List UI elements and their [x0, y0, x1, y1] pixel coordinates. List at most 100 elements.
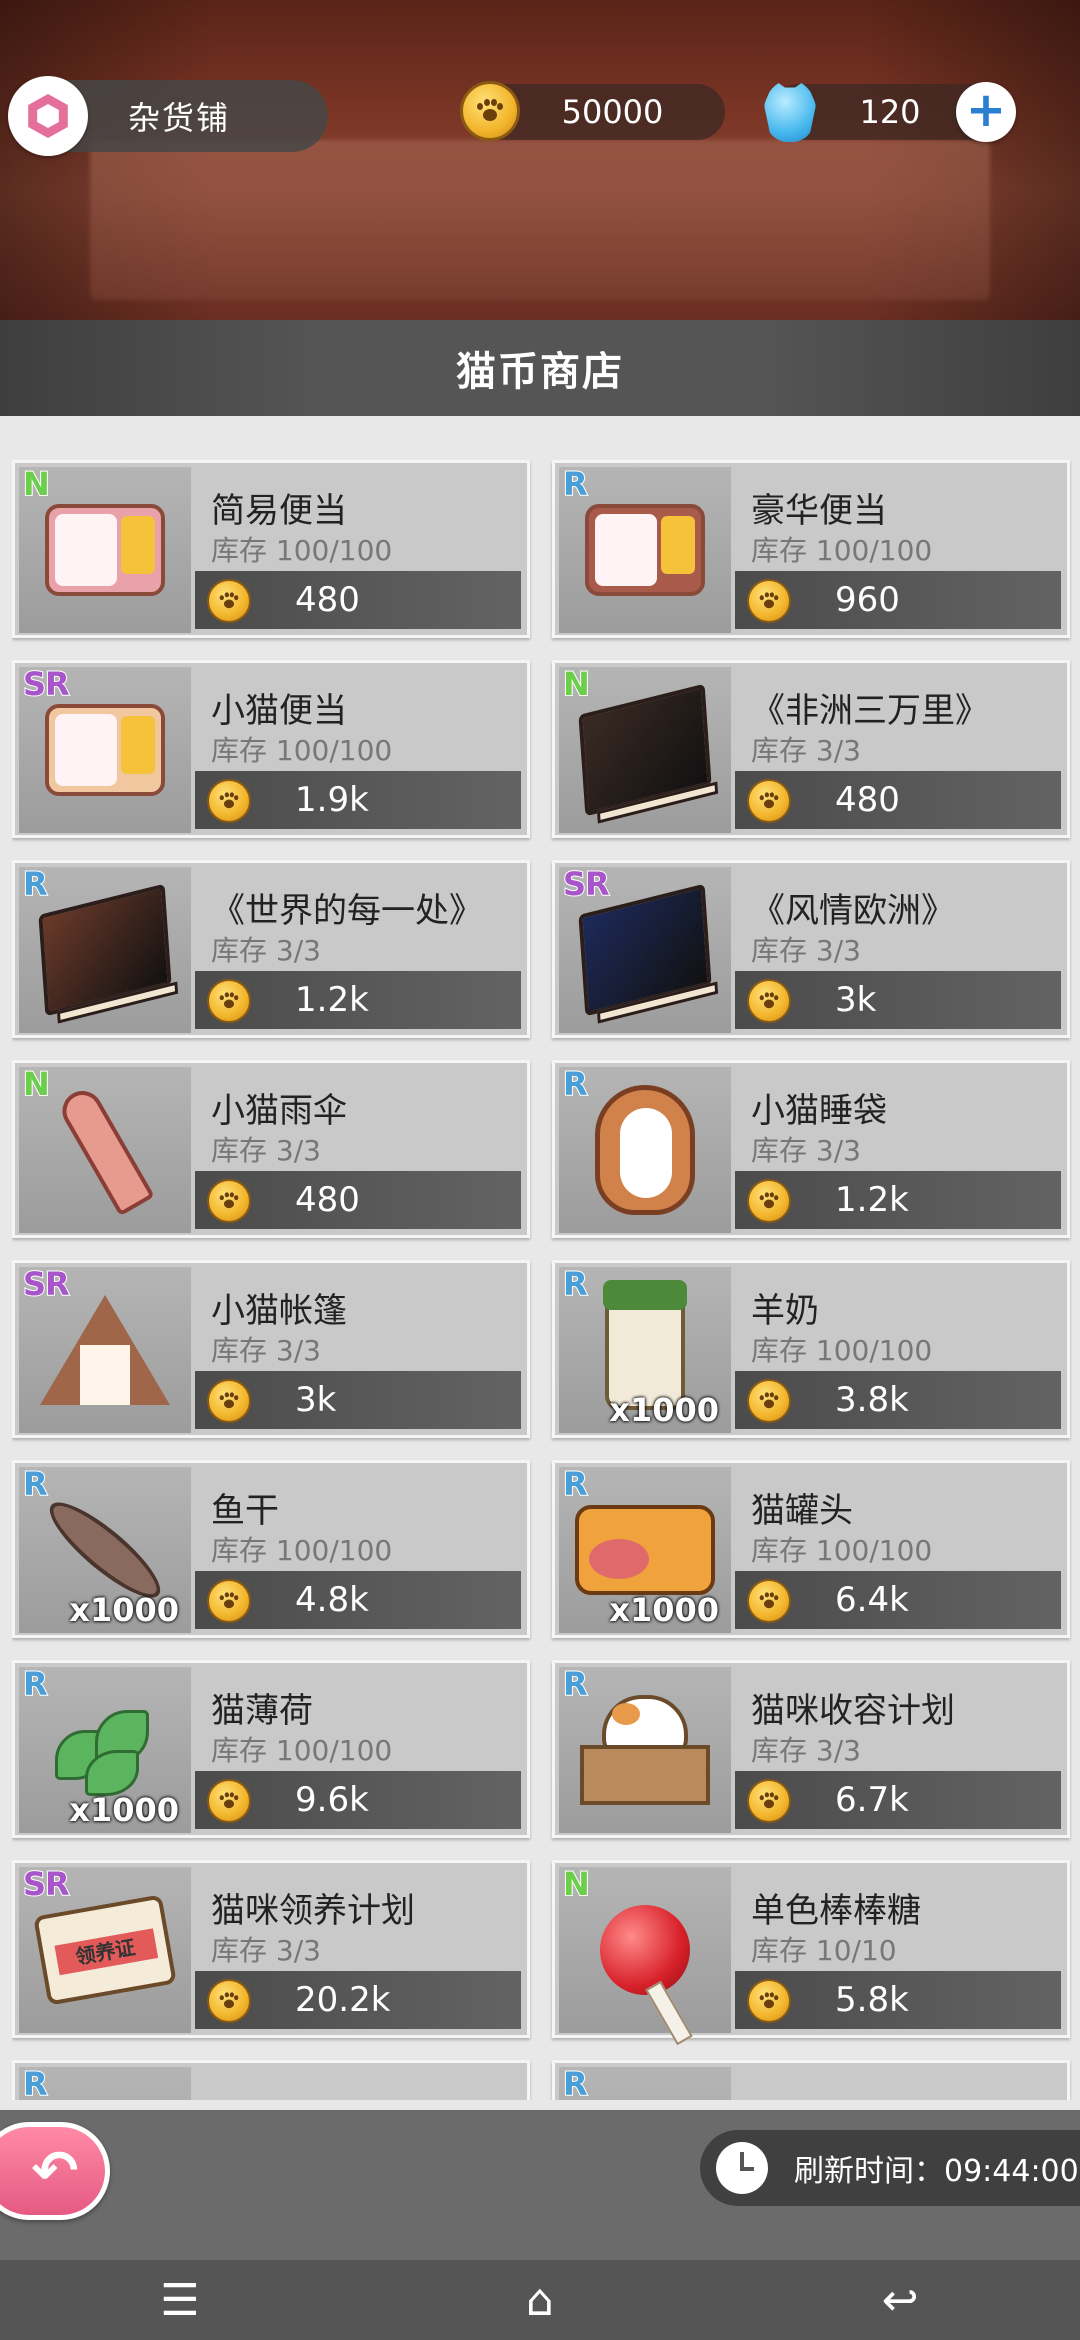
- item-name: 鱼干: [211, 1491, 279, 1531]
- shop-item-card[interactable]: SR 小猫便当 库存 100/100 1.9k: [12, 660, 530, 838]
- buy-price-button[interactable]: 5.8k: [735, 1971, 1061, 2029]
- cat-coin-icon: [207, 1979, 251, 2023]
- item-name: 《非洲三万里》: [751, 691, 989, 731]
- item-price: 4.8k: [295, 1580, 369, 1620]
- refresh-timer: 刷新时间：09:44:00: [700, 2130, 1080, 2206]
- buy-price-button[interactable]: 20.2k: [195, 1971, 521, 2029]
- item-thumbnail: N: [19, 464, 191, 633]
- buy-price-button[interactable]: 1.2k: [195, 971, 521, 1029]
- cat-coin-icon: [747, 1979, 791, 2023]
- buy-price-button[interactable]: 3k: [195, 1371, 521, 1429]
- shop-item-card[interactable]: Rx1000 猫罐头 库存 100/100 6.4k: [552, 1460, 1070, 1638]
- rarity-badge: N: [562, 664, 591, 704]
- cat-bento-icon: [45, 704, 165, 796]
- shop-item-card[interactable]: R 《世界的每一处》 库存 3/3 1.2k: [12, 860, 530, 1038]
- shop-title-bar: 猫币商店: [0, 320, 1080, 416]
- item-stock: 库存 100/100: [211, 1534, 393, 1567]
- shop-item-card[interactable]: N 简易便当 库存 100/100 480: [12, 460, 530, 638]
- shop-logo-icon: [8, 76, 88, 156]
- rarity-badge: SR: [22, 664, 71, 704]
- cat-coin-icon: [207, 579, 251, 623]
- buy-price-button[interactable]: 6.7k: [735, 1771, 1061, 1829]
- item-stock: 库存 3/3: [211, 1934, 321, 1967]
- cat-can-icon: [575, 1505, 715, 1595]
- item-price: 3k: [295, 1380, 337, 1420]
- buy-price-button[interactable]: 1.2k: [735, 1171, 1061, 1229]
- cat-coin-icon: [207, 1179, 251, 1223]
- shop-item-card[interactable]: N 单色棒棒糖 库存 10/10 5.8k: [552, 1860, 1070, 2038]
- shop-item-card[interactable]: R 豪华便当 库存 100/100 960: [552, 460, 1070, 638]
- buy-price-button[interactable]: 960: [735, 571, 1061, 629]
- item-name: 单色棒棒糖: [751, 1891, 921, 1931]
- item-price: 6.4k: [835, 1580, 909, 1620]
- shop-item-card[interactable]: R 猫咪收容计划 库存 3/3 6.7k: [552, 1660, 1070, 1838]
- shop-name: 杂货铺: [128, 99, 231, 137]
- item-stock: 库存 100/100: [751, 1534, 933, 1567]
- rarity-badge: SR: [562, 864, 611, 904]
- buy-price-button[interactable]: 1.9k: [195, 771, 521, 829]
- item-stock: 库存 100/100: [211, 534, 393, 567]
- item-stock: 库存 3/3: [211, 1134, 321, 1167]
- lollipop-icon: [600, 1905, 690, 1995]
- cat-coin-icon: [747, 1779, 791, 1823]
- buy-price-button[interactable]: 3k: [735, 971, 1061, 1029]
- buy-price-button[interactable]: 3.8k: [735, 1371, 1061, 1429]
- shop-item-card[interactable]: R: [552, 2060, 1070, 2100]
- book-icon: [578, 683, 719, 824]
- shop-item-card[interactable]: Rx1000 猫薄荷 库存 100/100 9.6k: [12, 1660, 530, 1838]
- shop-item-card[interactable]: R: [12, 2060, 530, 2100]
- bento-icon: [45, 504, 165, 596]
- shop-sign-background: [90, 140, 990, 300]
- rarity-badge: R: [562, 1264, 589, 1304]
- shop-item-card[interactable]: SR 小猫帐篷 库存 3/3 3k: [12, 1260, 530, 1438]
- item-stock: 库存 100/100: [751, 1334, 933, 1367]
- shop-item-card[interactable]: N 小猫雨伞 库存 3/3 480: [12, 1060, 530, 1238]
- shop-item-card[interactable]: SR 《风情欧洲》 库存 3/3 3k: [552, 860, 1070, 1038]
- cat-coin-icon: [747, 979, 791, 1023]
- rarity-badge: R: [22, 864, 49, 904]
- back-button[interactable]: ↶: [0, 2122, 110, 2220]
- item-name: 猫咪领养计划: [211, 1891, 415, 1931]
- add-gems-button[interactable]: +: [956, 82, 1016, 142]
- buy-price-button[interactable]: 480: [195, 1171, 521, 1229]
- rarity-badge: SR: [22, 1264, 71, 1304]
- item-quantity: x1000: [609, 1591, 719, 1629]
- item-name: 小猫雨伞: [211, 1091, 347, 1131]
- buy-price-button[interactable]: 9.6k: [195, 1771, 521, 1829]
- shop-item-card[interactable]: Rx1000 羊奶 库存 100/100 3.8k: [552, 1260, 1070, 1438]
- buy-price-button[interactable]: 6.4k: [735, 1571, 1061, 1629]
- buy-price-button[interactable]: 4.8k: [195, 1571, 521, 1629]
- item-name: 小猫睡袋: [751, 1091, 887, 1131]
- shop-item-card[interactable]: 领养证 SR 猫咪领养计划 库存 3/3 20.2k: [12, 1860, 530, 2038]
- shop-item-card[interactable]: N 《非洲三万里》 库存 3/3 480: [552, 660, 1070, 838]
- rarity-badge: R: [562, 1464, 589, 1504]
- item-stock: 库存 3/3: [211, 934, 321, 967]
- sleeping-bag-icon: [595, 1085, 695, 1215]
- buy-price-button[interactable]: 480: [195, 571, 521, 629]
- rarity-badge: R: [562, 2064, 589, 2100]
- item-thumbnail: Rx1000: [559, 1264, 731, 1433]
- home-icon[interactable]: ⌂: [480, 2265, 600, 2335]
- item-stock: 库存 3/3: [751, 1134, 861, 1167]
- shop-item-card[interactable]: Rx1000 鱼干 库存 100/100 4.8k: [12, 1460, 530, 1638]
- item-thumbnail: R: [559, 464, 731, 633]
- shop-item-card[interactable]: R 小猫睡袋 库存 3/3 1.2k: [552, 1060, 1070, 1238]
- rarity-badge: R: [562, 464, 589, 504]
- item-stock: 库存 3/3: [211, 1334, 321, 1367]
- item-thumbnail: R: [559, 2064, 731, 2100]
- catnip-icon: [45, 1700, 165, 1800]
- system-back-icon[interactable]: ↩: [840, 2265, 960, 2335]
- book-icon: [578, 883, 719, 1024]
- tent-icon: [40, 1295, 170, 1405]
- book-icon: [38, 883, 179, 1024]
- buy-price-button[interactable]: 480: [735, 771, 1061, 829]
- item-price: 3.8k: [835, 1380, 909, 1420]
- menu-icon[interactable]: ☰: [120, 2265, 240, 2335]
- rarity-badge: N: [22, 1064, 51, 1104]
- item-thumbnail: N: [559, 664, 731, 833]
- item-stock: 库存 100/100: [751, 534, 933, 567]
- item-thumbnail: R: [19, 864, 191, 1033]
- cat-coin-icon: [747, 1379, 791, 1423]
- cat-coin-icon: [207, 1379, 251, 1423]
- back-arrow-icon: ↶: [31, 2138, 79, 2204]
